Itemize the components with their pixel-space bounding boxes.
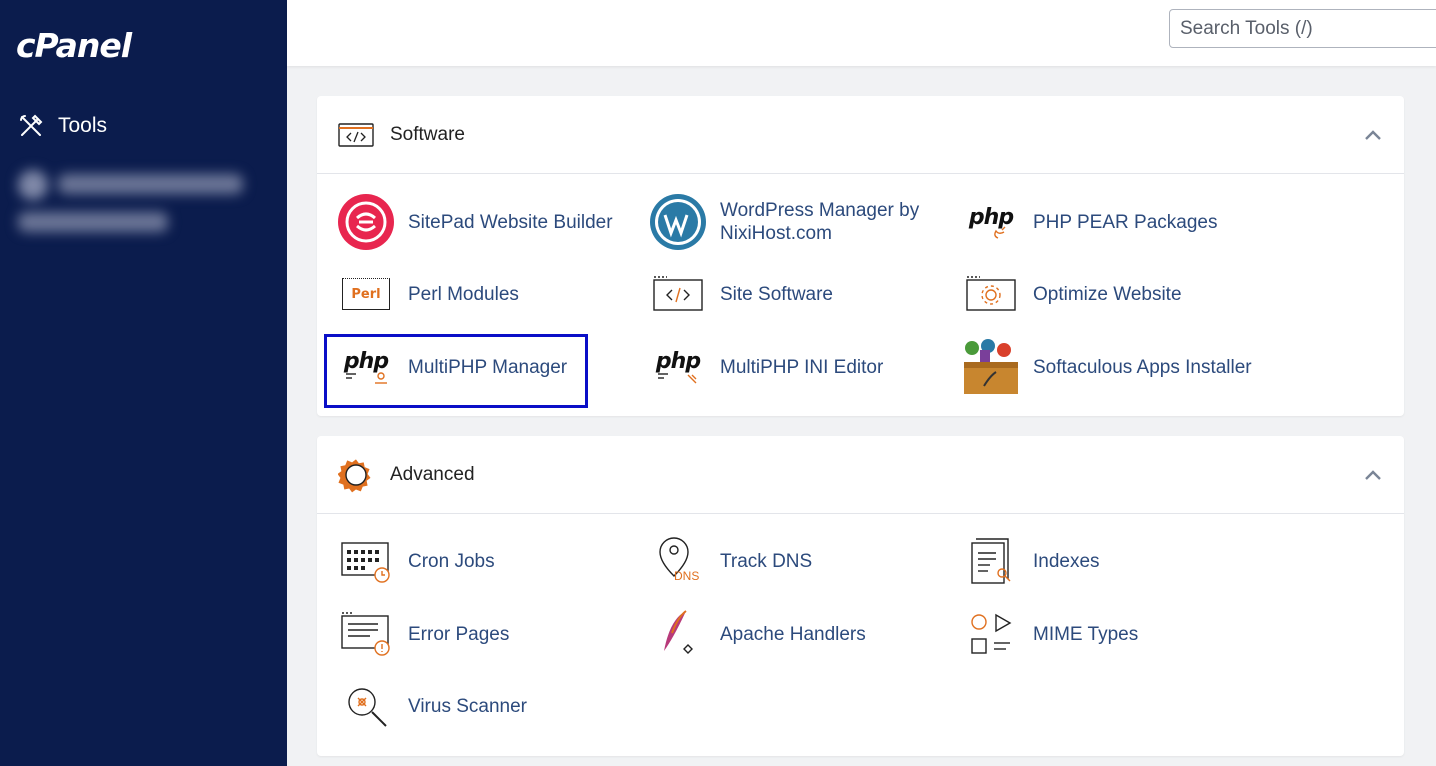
chevron-up-icon[interactable] [1364,466,1382,484]
location-pin-icon: DNS [648,531,708,591]
document-search-icon [961,531,1021,591]
sitepad-icon [336,192,396,252]
wordpress-manager-label: WordPress Manager by NixiHost.com [720,200,920,244]
top-bar [287,0,1436,66]
multiphp-manager-label: MultiPHP Manager [408,356,568,378]
wordpress-manager-item[interactable]: WordPress Manager by NixiHost.com [648,192,920,252]
chevron-up-icon[interactable] [1364,126,1382,144]
sitepad-website-builder-label: SitePad Website Builder [408,211,613,233]
multiphp-ini-editor-item[interactable]: php MultiPHP INI Editor [648,337,883,397]
softaculous-icon [961,337,1021,397]
error-pages-item[interactable]: Error Pages [336,604,509,664]
error-pages-label: Error Pages [408,623,510,645]
multiphp-ini-editor-label: MultiPHP INI Editor [720,356,884,378]
sidebar: cPanel Tools [0,0,287,766]
php-pear-icon: php [961,192,1021,252]
perl-modules-label: Perl Modules [408,283,519,305]
mime-types-label: MIME Types [1033,623,1139,645]
indexes-label: Indexes [1033,550,1100,572]
optimize-website-label: Optimize Website [1033,283,1182,305]
php-pear-packages-label: PHP PEAR Packages [1033,211,1218,233]
apache-handlers-item[interactable]: Apache Handlers [648,604,866,664]
multiphp-manager-icon: php [336,337,396,397]
error-page-icon [336,604,396,664]
advanced-section-title: Advanced [390,463,475,485]
apache-handlers-label: Apache Handlers [720,623,866,645]
software-section-header[interactable]: Software [317,96,1404,174]
perl-icon: Perl [336,264,396,324]
wordpress-icon [648,192,708,252]
mime-types-item[interactable]: MIME Types [961,604,1138,664]
calendar-clock-icon [336,531,396,591]
multiphp-manager-item[interactable]: php MultiPHP Manager [336,337,567,397]
virus-scanner-label: Virus Scanner [408,695,527,717]
site-software-label: Site Software [720,283,833,305]
cron-jobs-label: Cron Jobs [408,550,495,572]
sidebar-item-label: Tools [58,114,108,137]
software-section-title: Software [390,123,465,145]
softaculous-apps-installer-label: Softaculous Apps Installer [1033,356,1252,378]
perl-modules-item[interactable]: Perl Perl Modules [336,264,519,324]
track-dns-label: Track DNS [720,550,813,572]
track-dns-item[interactable]: DNS Track DNS [648,531,812,591]
account-info-blurred [10,160,260,250]
site-software-icon [648,264,708,324]
virus-scanner-item[interactable]: Virus Scanner [336,676,527,736]
cpanel-logo[interactable]: cPanel [16,26,132,65]
optimize-website-icon [961,264,1021,324]
site-software-item[interactable]: Site Software [648,264,833,324]
code-window-icon [337,116,375,154]
optimize-website-item[interactable]: Optimize Website [961,264,1182,324]
php-pear-packages-item[interactable]: php PHP PEAR Packages [961,192,1217,252]
indexes-item[interactable]: Indexes [961,531,1100,591]
sitepad-website-builder-item[interactable]: SitePad Website Builder [336,192,613,252]
shapes-icon [961,604,1021,664]
gear-icon [337,456,375,494]
cron-jobs-item[interactable]: Cron Jobs [336,531,495,591]
tools-icon [20,114,43,136]
virus-scan-icon [336,676,396,736]
multiphp-ini-icon: php [648,337,708,397]
advanced-section-header[interactable]: Advanced [317,436,1404,514]
sidebar-item-tools[interactable]: Tools [18,110,107,142]
apache-feather-icon [648,604,708,664]
search-tools-input[interactable] [1169,9,1436,48]
softaculous-apps-installer-item[interactable]: Softaculous Apps Installer [961,337,1252,397]
